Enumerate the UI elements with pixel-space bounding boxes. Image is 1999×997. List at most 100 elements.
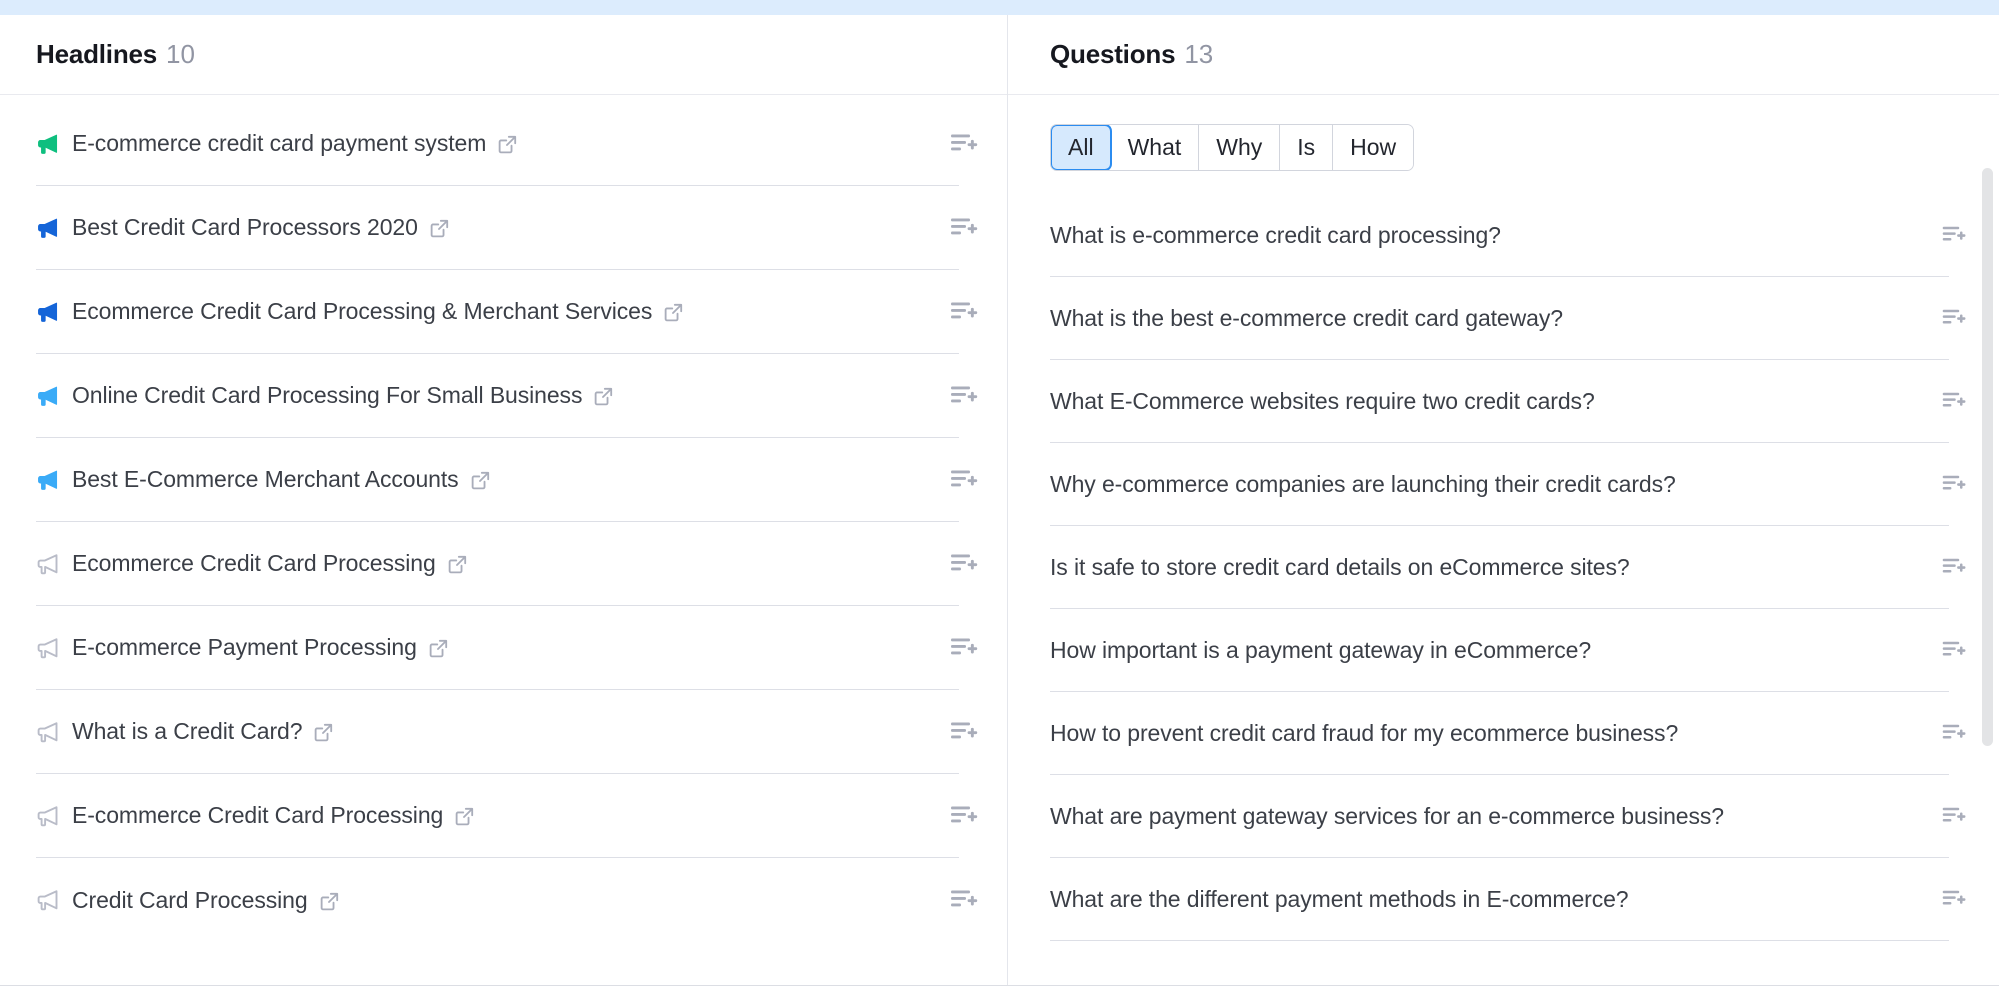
question-row[interactable]: Why e-commerce companies are launching t… [1050, 443, 1966, 527]
external-link-icon[interactable] [652, 301, 684, 322]
add-to-list-icon[interactable] [949, 885, 979, 915]
question-text: What are the different payment methods i… [1050, 885, 1629, 912]
headlines-panel: Headlines 10 E-commerce credit card paym… [0, 15, 1008, 985]
question-text: Is it safe to store credit card details … [1050, 553, 1630, 580]
megaphone-icon [36, 384, 72, 408]
questions-panel-header: Questions 13 [1008, 15, 1999, 95]
question-filter-how[interactable]: How [1333, 125, 1414, 171]
add-to-list-icon[interactable] [949, 465, 979, 495]
add-to-list-icon[interactable] [1941, 222, 1967, 248]
headline-text: Online Credit Card Processing For Small … [72, 382, 583, 408]
external-link-icon[interactable] [436, 553, 468, 574]
megaphone-icon [36, 300, 72, 324]
add-to-list-icon[interactable] [949, 297, 979, 327]
headline-text: Ecommerce Credit Card Processing [72, 550, 436, 576]
questions-list: What is e-commerce credit card processin… [1008, 194, 1999, 942]
add-to-list-icon[interactable] [949, 717, 979, 747]
add-to-list-icon[interactable] [1941, 471, 1967, 497]
external-link-icon[interactable] [582, 385, 614, 406]
questions-count: 13 [1184, 39, 1214, 69]
headlines-count: 10 [166, 39, 195, 69]
add-to-list-icon[interactable] [1941, 305, 1967, 331]
external-link-icon[interactable] [418, 217, 450, 238]
question-row[interactable]: What is the best e-commerce credit card … [1050, 277, 1966, 361]
headline-row[interactable]: What is a Credit Card? [36, 690, 978, 774]
vertical-scrollbar-track[interactable] [1982, 96, 1993, 985]
add-to-list-icon[interactable] [949, 633, 979, 663]
megaphone-icon [36, 888, 72, 912]
question-text: How important is a payment gateway in eC… [1050, 636, 1592, 663]
headline-text: Best E-Commerce Merchant Accounts [72, 466, 459, 492]
add-to-list-icon[interactable] [1941, 720, 1967, 746]
megaphone-icon [36, 468, 72, 492]
megaphone-icon [36, 552, 72, 576]
add-to-list-icon[interactable] [949, 801, 979, 831]
questions-panel: Questions 13 All What Why Is How What is e-c… [1008, 15, 1999, 985]
top-accent-strip [0, 0, 1999, 15]
question-text: What is the best e-commerce credit card … [1050, 304, 1563, 331]
headline-row[interactable]: E-commerce credit card payment system [36, 102, 978, 186]
megaphone-icon [36, 132, 72, 156]
question-row[interactable]: What is e-commerce credit card processin… [1050, 194, 1966, 278]
question-text: What is e-commerce credit card processin… [1050, 221, 1501, 248]
question-row[interactable]: What E-Commerce websites require two cre… [1050, 360, 1966, 444]
dual-panel-container: Headlines 10 E-commerce credit card paym… [0, 15, 1999, 985]
headline-row[interactable]: Best Credit Card Processors 2020 [36, 186, 978, 270]
headlines-scroll-region: E-commerce credit card payment system Bes… [0, 96, 1007, 985]
headline-row[interactable]: Best E-Commerce Merchant Accounts [36, 438, 978, 522]
headlines-title: Headlines [36, 39, 158, 69]
headlines-list: E-commerce credit card payment system Bes… [0, 96, 1007, 942]
headline-row[interactable]: Online Credit Card Processing For Small … [36, 354, 978, 438]
external-link-icon[interactable] [302, 721, 334, 742]
external-link-icon[interactable] [417, 637, 449, 658]
external-link-icon[interactable] [308, 890, 340, 911]
questions-scroll-region: All What Why Is How What is e-commerce credi… [1008, 96, 1999, 985]
external-link-icon[interactable] [459, 469, 491, 490]
add-to-list-icon[interactable] [949, 381, 979, 411]
question-text: How to prevent credit card fraud for my … [1050, 719, 1679, 746]
app-root: Headlines 10 E-commerce credit card paym… [0, 0, 1999, 997]
megaphone-icon [36, 216, 72, 240]
add-to-list-icon[interactable] [1941, 388, 1967, 414]
headline-text: Credit Card Processing [72, 886, 308, 913]
add-to-list-icon[interactable] [1941, 886, 1967, 912]
question-row[interactable]: What are the different payment methods i… [1050, 858, 1966, 942]
question-filter-why[interactable]: Why [1199, 125, 1281, 171]
question-filter-group: All What Why Is How [1050, 124, 1415, 172]
megaphone-icon [36, 720, 72, 744]
add-to-list-icon[interactable] [1941, 803, 1967, 829]
headline-text: What is a Credit Card? [72, 718, 303, 744]
add-to-list-icon[interactable] [1941, 637, 1967, 663]
headlines-panel-header: Headlines 10 [0, 15, 1007, 95]
question-filter-is[interactable]: Is [1280, 125, 1334, 171]
headline-text: E-commerce Credit Card Processing [72, 802, 444, 828]
headline-row[interactable]: E-commerce Payment Processing [36, 606, 978, 690]
question-row[interactable]: What are payment gateway services for an… [1050, 775, 1966, 859]
headline-text: E-commerce Payment Processing [72, 634, 417, 660]
headline-text: Ecommerce Credit Card Processing & Merch… [72, 298, 653, 324]
headline-text: Best Credit Card Processors 2020 [72, 214, 418, 240]
headline-text: E-commerce credit card payment system [72, 130, 487, 156]
question-text: Why e-commerce companies are launching t… [1050, 470, 1676, 497]
question-row[interactable]: How important is a payment gateway in eC… [1050, 609, 1966, 693]
add-to-list-icon[interactable] [949, 549, 979, 579]
megaphone-icon [36, 636, 72, 660]
headline-row[interactable]: Ecommerce Credit Card Processing [36, 522, 978, 606]
vertical-scrollbar-thumb[interactable] [1982, 168, 1993, 746]
headline-row[interactable]: Ecommerce Credit Card Processing & Merch… [36, 270, 978, 354]
question-filter-what[interactable]: What [1110, 125, 1200, 171]
headline-row[interactable]: E-commerce Credit Card Processing [36, 774, 978, 858]
external-link-icon[interactable] [486, 133, 518, 154]
add-to-list-icon[interactable] [949, 129, 979, 159]
add-to-list-icon[interactable] [1941, 554, 1967, 580]
headline-row[interactable]: Credit Card Processing [36, 858, 978, 942]
external-link-icon[interactable] [443, 805, 475, 826]
megaphone-icon [36, 804, 72, 828]
question-row[interactable]: Is it safe to store credit card details … [1050, 526, 1966, 610]
add-to-list-icon[interactable] [949, 213, 979, 243]
question-row[interactable]: How to prevent credit card fraud for my … [1050, 692, 1966, 776]
bottom-divider [0, 985, 1999, 986]
question-text: What are payment gateway services for an… [1050, 802, 1724, 829]
question-text: What E-Commerce websites require two cre… [1050, 387, 1595, 414]
question-filter-all[interactable]: All [1051, 125, 1112, 171]
